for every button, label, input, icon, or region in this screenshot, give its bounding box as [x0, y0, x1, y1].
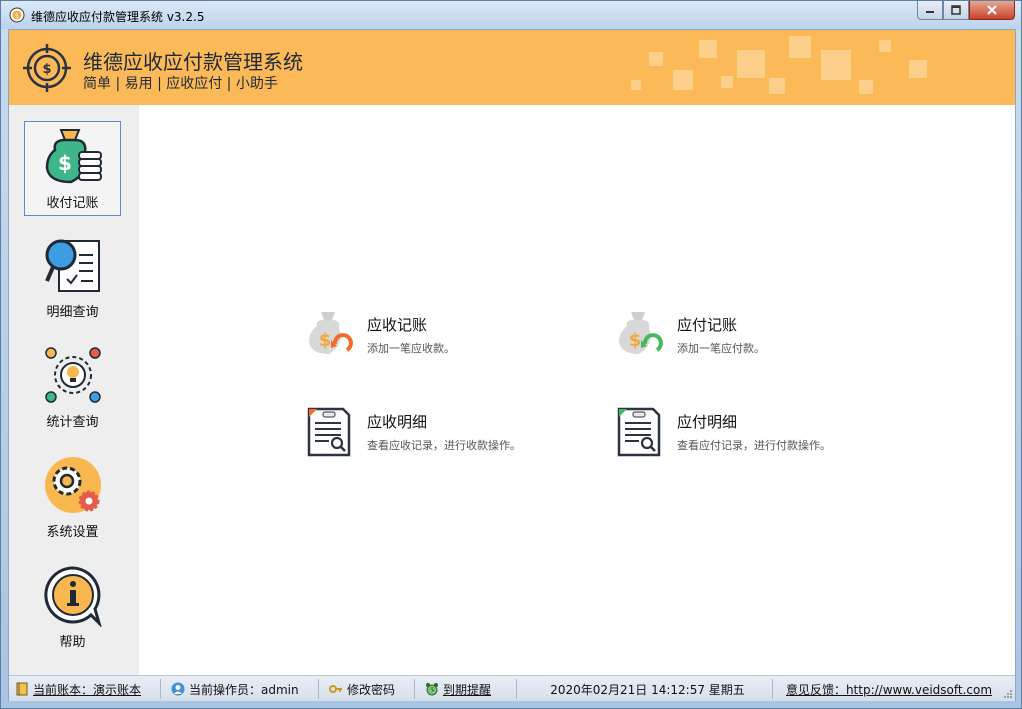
feedback-text: 意见反馈：http://www.veidsoft.com	[785, 682, 993, 697]
banner-decoration	[789, 36, 811, 58]
payable-detail-tile[interactable]: 应付明细 查看应付记录，进行付款操作。	[613, 405, 873, 465]
banner-decoration	[737, 50, 765, 78]
svg-text:$: $	[42, 62, 51, 77]
sidebar-item-label: 明细查询	[46, 305, 99, 320]
sidebar-item-label: 统计查询	[46, 415, 99, 430]
header-banner: $ 维德应收应付款管理系统 简单 | 易用 | 应收应付 | 小助手	[9, 30, 1015, 105]
sidebar-item-statistics[interactable]: 统计查询	[24, 341, 121, 436]
due-reminder-text: 到期提醒	[443, 682, 492, 697]
sidebar-item-settings[interactable]: 系统设置	[24, 451, 121, 546]
lightbulb-cycle-icon	[44, 347, 101, 403]
change-password-link[interactable]: 修改密码	[325, 679, 415, 699]
current-operator: 当前操作员：admin	[167, 679, 319, 699]
info-bubble-icon	[43, 566, 102, 627]
banner-decoration	[821, 50, 851, 80]
current-operator-text: 当前操作员：admin	[189, 682, 299, 697]
svg-text:$: $	[319, 330, 332, 351]
client-area: $ 维德应收应付款管理系统 简单 | 易用 | 应收应付 | 小助手 $ 收付记…	[8, 29, 1016, 701]
svg-text:$: $	[629, 330, 642, 351]
money-bag-receive-icon: $	[309, 312, 353, 354]
resize-grip-icon[interactable]	[1003, 689, 1013, 699]
tile-description: 查看应付记录，进行付款操作。	[677, 439, 831, 452]
tile-description: 添加一笔应付款。	[677, 342, 765, 355]
banner-title: 维德应收应付款管理系统	[83, 50, 303, 74]
close-button[interactable]	[969, 1, 1015, 20]
banner-decoration	[699, 40, 717, 58]
current-account-link[interactable]: 当前账本：演示账本	[11, 679, 161, 699]
tile-title: 应收记账	[367, 316, 428, 334]
tile-description: 查看应收记录，进行收款操作。	[367, 439, 521, 452]
window-controls	[917, 1, 1015, 21]
datetime-display: 2020年02月21日 14:12:57 星期五	[523, 679, 773, 699]
feedback-link[interactable]: 意见反馈：http://www.veidsoft.com	[779, 679, 999, 699]
sidebar-item-payment-records[interactable]: $ 收付记账	[24, 121, 121, 216]
sidebar-item-label: 系统设置	[46, 525, 99, 540]
main-panel: $ 应收记账 添加一笔应收款。 $ 应付记账 添加一笔应付款。 应收明细 查看应…	[139, 105, 1015, 675]
app-icon: $	[9, 7, 25, 23]
alarm-clock-icon	[426, 683, 438, 696]
payable-report-icon	[617, 407, 661, 457]
tile-title: 应付明细	[677, 413, 738, 431]
tile-description: 添加一笔应收款。	[367, 342, 455, 355]
app-window: $ 维德应收应付款管理系统 v3.2.5 $ 维德应收应付款管理系统 简单 | …	[0, 0, 1022, 709]
current-account-text: 当前账本：演示账本	[33, 682, 142, 697]
sidebar-item-label: 帮助	[59, 635, 86, 650]
receivable-entry-tile[interactable]: $ 应收记账 添加一笔应收款。	[303, 308, 563, 368]
sidebar: $ 收付记账 明细查询 统计查询 系统设置 帮助	[9, 105, 139, 675]
receivable-report-icon	[307, 407, 351, 457]
datetime-text: 2020年02月21日 14:12:57 星期五	[550, 682, 745, 697]
svg-text:$: $	[58, 151, 72, 175]
title-bar[interactable]: $ 维德应收应付款管理系统 v3.2.5	[1, 1, 1021, 29]
money-bag-pay-icon: $	[619, 312, 663, 354]
minimize-button[interactable]	[917, 1, 943, 20]
payable-entry-tile[interactable]: $ 应付记账 添加一笔应付款。	[613, 308, 873, 368]
due-reminder-link[interactable]: 到期提醒	[421, 679, 517, 699]
banner-decoration	[631, 80, 641, 90]
banner-subtitle: 简单 | 易用 | 应收应付 | 小助手	[83, 76, 278, 92]
target-coin-logo-icon: $	[23, 44, 71, 92]
sidebar-item-label: 收付记账	[46, 196, 99, 211]
banner-decoration	[859, 80, 873, 94]
money-bag-icon: $	[45, 129, 102, 184]
banner-decoration	[879, 40, 891, 52]
key-icon	[329, 685, 342, 693]
user-icon	[171, 682, 185, 696]
maximize-icon	[951, 5, 961, 15]
tile-title: 应付记账	[677, 316, 738, 334]
tile-title: 应收明细	[367, 413, 428, 431]
window-title: 维德应收应付款管理系统 v3.2.5	[31, 10, 205, 24]
banner-decoration	[769, 78, 785, 94]
close-icon	[987, 5, 997, 15]
banner-decoration	[909, 60, 927, 78]
minimize-icon	[926, 11, 934, 13]
magnifier-document-icon	[44, 239, 100, 292]
sidebar-item-detail-query[interactable]: 明细查询	[24, 231, 121, 326]
maximize-button[interactable]	[943, 1, 969, 20]
book-icon	[16, 682, 28, 696]
change-password-text: 修改密码	[347, 682, 396, 697]
svg-text:$: $	[15, 12, 19, 20]
banner-decoration	[721, 76, 733, 88]
sidebar-item-help[interactable]: 帮助	[24, 561, 121, 656]
banner-decoration	[649, 52, 663, 66]
receivable-detail-tile[interactable]: 应收明细 查看应收记录，进行收款操作。	[303, 405, 563, 465]
banner-decoration	[673, 70, 693, 90]
gears-icon	[44, 457, 101, 513]
status-bar: 当前账本：演示账本 当前操作员：admin 修改密码 到期提醒 2020年02月…	[9, 675, 1015, 701]
